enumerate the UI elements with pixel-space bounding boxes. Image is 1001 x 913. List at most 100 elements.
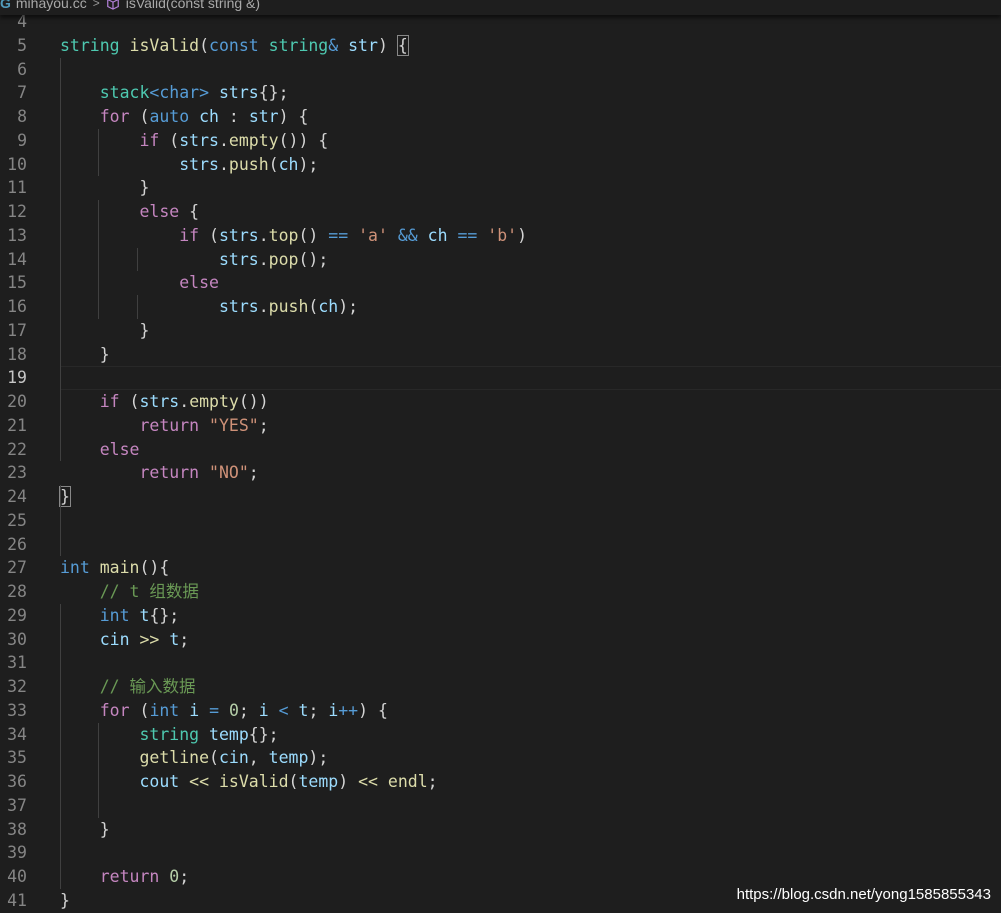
code-token: (); <box>298 249 329 269</box>
line-number: 35 <box>7 748 27 768</box>
code-line[interactable]: 18 } <box>0 343 1001 367</box>
code-line[interactable]: 12 else { <box>0 200 1001 224</box>
breadcrumb-file[interactable]: mihayou.cc <box>16 0 87 11</box>
line-code: } <box>59 485 71 509</box>
code-token: t <box>169 629 180 649</box>
method-cube-icon <box>106 0 119 10</box>
code-editor[interactable]: 4 5 string isValid(const string& str) {6 7 … <box>0 12 1001 913</box>
line-number: 41 <box>7 890 27 910</box>
code-token: ) <box>338 772 359 791</box>
line-number: 34 <box>7 724 27 744</box>
code-line[interactable]: 7 stack<char> strs{}; <box>0 81 1001 105</box>
line-number: 37 <box>7 795 27 815</box>
code-line[interactable]: 28 // t 组数据 <box>0 580 1001 604</box>
indent-guide <box>98 722 100 818</box>
code-line[interactable]: 6 <box>0 58 1001 82</box>
code-line[interactable]: 8 for (auto ch : str) { <box>0 105 1001 129</box>
code-line[interactable]: 37 <box>0 794 1001 818</box>
code-token: . <box>258 225 269 245</box>
code-line[interactable]: 35 getline(cin, temp); <box>0 746 1001 770</box>
code-line[interactable]: 11 } <box>0 176 1001 200</box>
code-token: << <box>358 772 378 791</box>
line-code: } <box>60 889 70 913</box>
watermark-url: https://blog.csdn.net/yong1585855343 <box>736 886 991 903</box>
code-line[interactable]: 19 <box>0 366 1001 390</box>
indent-guide <box>60 485 61 557</box>
code-line[interactable]: 17 } <box>0 319 1001 343</box>
line-code: if (strs.empty()) { <box>60 129 328 153</box>
code-token: } <box>60 344 110 364</box>
line-number: 24 <box>7 487 27 506</box>
code-line[interactable]: 14 strs.pop(); <box>0 248 1001 272</box>
code-token: 'b' <box>487 225 518 245</box>
code-token: i <box>258 700 269 720</box>
code-line[interactable]: 24} <box>0 485 1001 509</box>
code-token: && <box>397 225 418 245</box>
code-token: & <box>328 35 339 55</box>
breadcrumb-symbol[interactable]: isValid(const string &) <box>126 0 260 11</box>
line-number: 22 <box>7 439 27 459</box>
code-line[interactable]: 5 string isValid(const string& str) { <box>0 34 1001 58</box>
code-line[interactable]: 36 cout << isValid(temp) << endl; <box>0 770 1001 794</box>
code-line[interactable]: 39 <box>0 841 1001 865</box>
code-line[interactable]: 23 return "NO"; <box>0 461 1001 485</box>
line-number: 8 <box>17 107 27 126</box>
code-line[interactable]: 10 strs.push(ch); <box>0 153 1001 177</box>
line-code: string temp{}; <box>60 723 278 747</box>
line-code: // 输入数据 <box>60 675 196 699</box>
code-line[interactable]: 34 string temp{}; <box>0 723 1001 747</box>
code-line[interactable]: 38 } <box>0 818 1001 842</box>
code-token: empty <box>228 130 279 150</box>
code-line[interactable]: 13 if (strs.top() == 'a' && ch == 'b') <box>0 224 1001 248</box>
code-token: ); <box>338 297 359 316</box>
code-line[interactable]: 15 else <box>0 271 1001 295</box>
code-token: auto <box>149 107 190 126</box>
code-line[interactable]: 9 if (strs.empty()) { <box>0 129 1001 153</box>
code-token: string <box>139 724 200 744</box>
indent-guide <box>98 128 100 177</box>
line-code: for (int i = 0; i < t; i++) { <box>60 699 388 723</box>
line-number: 19 <box>7 368 27 388</box>
code-line[interactable]: 26 <box>0 533 1001 557</box>
code-line[interactable]: 27 int main(){ <box>0 556 1001 580</box>
code-line[interactable]: 25 <box>0 509 1001 533</box>
code-token: for <box>99 700 130 720</box>
code-line[interactable]: 32 // 输入数据 <box>0 675 1001 699</box>
code-token: . <box>218 154 229 174</box>
code-token: int <box>99 605 130 625</box>
code-token: int <box>149 700 180 720</box>
code-token: t <box>298 700 309 720</box>
code-token: ()) { <box>278 130 329 150</box>
code-token: return <box>99 867 160 886</box>
code-line[interactable]: 30 cin >> t; <box>0 628 1001 652</box>
code-token: ( <box>268 154 279 174</box>
code-line[interactable]: 29 int t{}; <box>0 604 1001 628</box>
code-line[interactable]: 20 if (strs.empty()) <box>0 390 1001 414</box>
line-number: 23 <box>7 463 27 483</box>
breadcrumb: G mihayou.cc > isValid(const string &) <box>0 0 1001 15</box>
line-code: // t 组数据 <box>60 580 199 604</box>
code-token: > <box>199 83 210 103</box>
code-line[interactable]: 22 else <box>0 438 1001 462</box>
line-code: int main(){ <box>60 556 169 580</box>
code-token: = <box>209 700 219 720</box>
code-line[interactable]: 31 <box>0 651 1001 675</box>
line-number: 38 <box>7 819 27 839</box>
code-line[interactable]: 16 strs.push(ch); <box>0 295 1001 319</box>
code-token: ch <box>427 225 448 245</box>
code-token: top <box>268 225 299 245</box>
line-code: for (auto ch : str) { <box>60 105 309 129</box>
line-number: 13 <box>7 225 27 245</box>
line-number: 7 <box>17 83 27 103</box>
code-line[interactable]: 33 for (int i = 0; i < t; i++) { <box>0 699 1001 723</box>
code-token: ( <box>159 130 180 150</box>
code-token: t <box>139 605 150 625</box>
code-line[interactable]: 21 return "YES"; <box>0 414 1001 438</box>
